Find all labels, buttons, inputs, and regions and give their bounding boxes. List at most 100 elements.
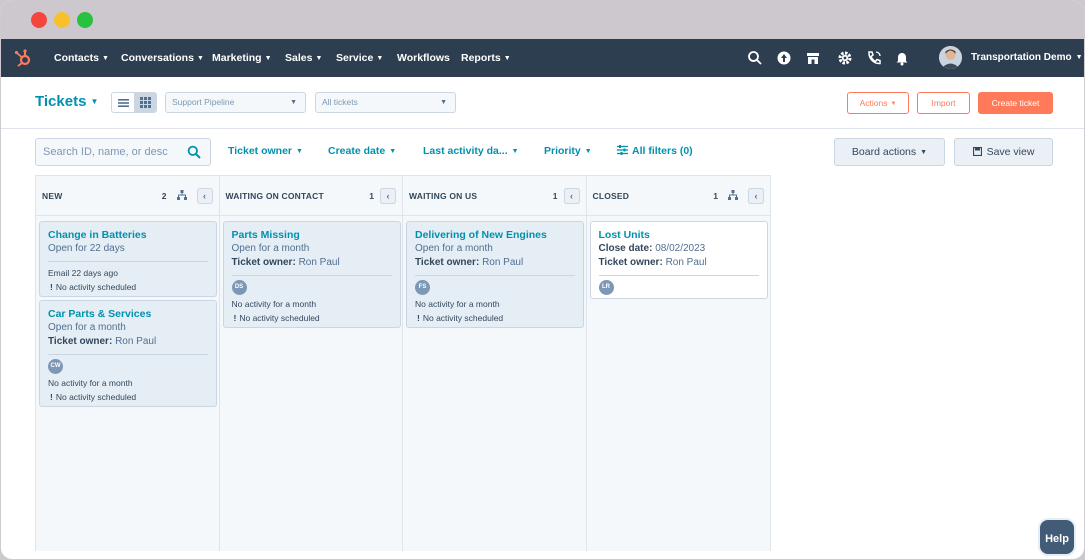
collapse-column-button[interactable]: ‹ bbox=[563, 188, 580, 204]
collapse-column-button[interactable]: ‹ bbox=[380, 188, 396, 204]
ticket-card[interactable]: Lost Units Close date: 08/02/2023 Ticket… bbox=[589, 221, 768, 299]
create-date-filter[interactable]: Create date ▼ bbox=[328, 145, 396, 157]
activity-last: No activity for a month bbox=[48, 378, 133, 388]
hubspot-logo-icon[interactable] bbox=[13, 48, 33, 68]
ticket-title-link[interactable]: Delivering of New Engines bbox=[415, 228, 575, 242]
nav-sales[interactable]: Sales ▼ bbox=[285, 39, 322, 77]
nav-marketing[interactable]: Marketing ▼ bbox=[212, 39, 272, 77]
view-select[interactable]: All tickets ▼ bbox=[315, 92, 456, 113]
ticket-age: Open for 22 days bbox=[48, 243, 125, 254]
ticket-card[interactable]: Parts Missing Open for a month Ticket ow… bbox=[222, 221, 401, 328]
alert-icon: ! bbox=[233, 313, 237, 323]
chevron-down-icon: ▼ bbox=[90, 97, 99, 106]
upgrade-icon[interactable] bbox=[776, 50, 792, 66]
chevron-down-icon: ▼ bbox=[920, 149, 928, 156]
page-title-dropdown[interactable]: Tickets ▼ bbox=[35, 93, 98, 110]
ticket-title-link[interactable]: Change in Batteries bbox=[48, 228, 208, 242]
pipeline-select[interactable]: Support Pipeline ▼ bbox=[165, 92, 306, 113]
maximize-window-button[interactable] bbox=[77, 12, 93, 28]
chevron-left-icon: ‹ bbox=[386, 191, 390, 201]
chevron-left-icon: ‹ bbox=[570, 191, 573, 201]
board-column-closed: CLOSED 1 ‹ Lost Units Close date: 08/02/… bbox=[586, 176, 770, 551]
search-icon[interactable] bbox=[187, 145, 201, 159]
ticket-owner: Ticket owner: Ron Paul bbox=[231, 257, 340, 268]
ticket-card[interactable]: Change in Batteries Open for 22 days Ema… bbox=[39, 221, 217, 297]
search-icon[interactable] bbox=[747, 50, 763, 66]
column-header: WAITING ON US 1 ‹ bbox=[403, 176, 586, 216]
nav-reports[interactable]: Reports ▼ bbox=[461, 39, 511, 77]
activity-next: ! No activity scheduled bbox=[50, 392, 137, 402]
actions-button[interactable]: Actions ▼ bbox=[847, 92, 909, 114]
grid-icon bbox=[139, 97, 151, 108]
ticket-title-link[interactable]: Lost Units bbox=[599, 228, 759, 242]
list-view-button[interactable] bbox=[112, 93, 134, 112]
card-divider bbox=[415, 275, 575, 276]
column-title: CLOSED bbox=[592, 191, 630, 201]
ticket-owner: Ticket owner: Ron Paul bbox=[415, 257, 524, 268]
card-divider bbox=[48, 354, 208, 355]
board-column-waiting-on-contact: WAITING ON CONTACT 1 ‹ Parts Missing Ope… bbox=[219, 176, 403, 551]
ticket-title-link[interactable]: Car Parts & Services bbox=[48, 307, 208, 321]
alert-icon: ! bbox=[50, 282, 53, 292]
chevron-down-icon: ▼ bbox=[389, 148, 397, 155]
avatar[interactable]: DS bbox=[231, 280, 247, 295]
calling-icon[interactable] bbox=[866, 50, 882, 66]
chevron-down-icon: ▼ bbox=[196, 55, 204, 62]
activity-last: No activity for a month bbox=[415, 299, 500, 309]
column-count: 2 bbox=[161, 191, 167, 201]
board-view-button[interactable] bbox=[134, 93, 156, 112]
board-actions-button[interactable]: Board actions ▼ bbox=[834, 138, 945, 166]
user-photo-icon bbox=[939, 46, 962, 69]
ticket-title-link[interactable]: Parts Missing bbox=[232, 228, 392, 242]
nav-contacts[interactable]: Contacts ▼ bbox=[54, 39, 109, 77]
user-avatar[interactable] bbox=[939, 46, 962, 69]
save-view-button[interactable]: Save view bbox=[954, 138, 1053, 166]
avatar[interactable]: LR bbox=[598, 280, 614, 295]
priority-filter[interactable]: Priority ▼ bbox=[544, 145, 592, 157]
nav-workflows[interactable]: Workflows bbox=[397, 39, 450, 77]
ticket-age: Open for a month bbox=[231, 243, 310, 254]
avatar[interactable]: CW bbox=[48, 359, 63, 374]
avatar[interactable]: FS bbox=[415, 280, 430, 295]
minimize-window-button[interactable] bbox=[54, 12, 70, 28]
create-ticket-button[interactable]: Create ticket bbox=[978, 92, 1053, 114]
alert-icon: ! bbox=[50, 392, 53, 402]
help-button[interactable]: Help bbox=[1038, 518, 1076, 556]
chevron-down-icon: ▼ bbox=[511, 148, 519, 155]
last-activity-filter[interactable]: Last activity da... ▼ bbox=[423, 145, 519, 157]
close-window-button[interactable] bbox=[31, 12, 47, 28]
filter-bar: Ticket owner▼ Create date▼ Last activity… bbox=[1, 130, 1084, 174]
board-column-waiting-on-us: WAITING ON US 1 ‹ Delivering of New Engi… bbox=[403, 176, 587, 551]
gear-icon[interactable] bbox=[837, 50, 853, 66]
marketplace-icon[interactable] bbox=[805, 50, 821, 66]
card-divider bbox=[48, 261, 208, 262]
all-filters-button[interactable]: All filters (0) bbox=[617, 145, 693, 157]
ticket-card[interactable]: Car Parts & Services Open for a month Ti… bbox=[39, 300, 217, 407]
chevron-down-icon: ▼ bbox=[1075, 54, 1083, 61]
activity-last: No activity for a month bbox=[231, 299, 317, 309]
activity-last: Email 22 days ago bbox=[48, 268, 118, 278]
browser-window: Contacts ▼ Conversations ▼ Marketing ▼ Sale… bbox=[0, 0, 1085, 560]
notification-bell-icon[interactable] bbox=[894, 50, 910, 66]
hierarchy-icon[interactable] bbox=[728, 190, 738, 200]
sliders-icon bbox=[617, 145, 628, 155]
hierarchy-icon[interactable] bbox=[176, 190, 187, 200]
nav-conversations[interactable]: Conversations ▼ bbox=[121, 39, 204, 77]
ticket-owner-filter[interactable]: Ticket owner ▼ bbox=[228, 145, 303, 157]
collapse-column-button[interactable]: ‹ bbox=[196, 188, 213, 204]
collapse-column-button[interactable]: ‹ bbox=[748, 188, 764, 204]
ticket-board: NEW 2 ‹ Change in Batteries Open for 22 … bbox=[35, 175, 771, 551]
search-input[interactable] bbox=[36, 139, 176, 165]
import-button[interactable]: Import bbox=[917, 92, 970, 114]
page-header: Tickets ▼ Support Pipeline ▼ All tickets… bbox=[1, 77, 1084, 129]
activity-next: ! No activity scheduled bbox=[417, 313, 504, 323]
ticket-card[interactable]: Delivering of New Engines Open for a mon… bbox=[406, 221, 584, 328]
chevron-down-icon: ▼ bbox=[376, 55, 384, 62]
close-date: Close date: 08/02/2023 bbox=[598, 243, 706, 254]
chevron-down-icon: ▼ bbox=[440, 99, 447, 106]
account-menu[interactable]: Transportation Demo ▼ bbox=[971, 39, 1083, 77]
nav-service[interactable]: Service ▼ bbox=[336, 39, 383, 77]
chevron-down-icon: ▼ bbox=[296, 148, 303, 155]
card-divider bbox=[231, 275, 392, 276]
ticket-age: Open for a month bbox=[48, 322, 126, 333]
